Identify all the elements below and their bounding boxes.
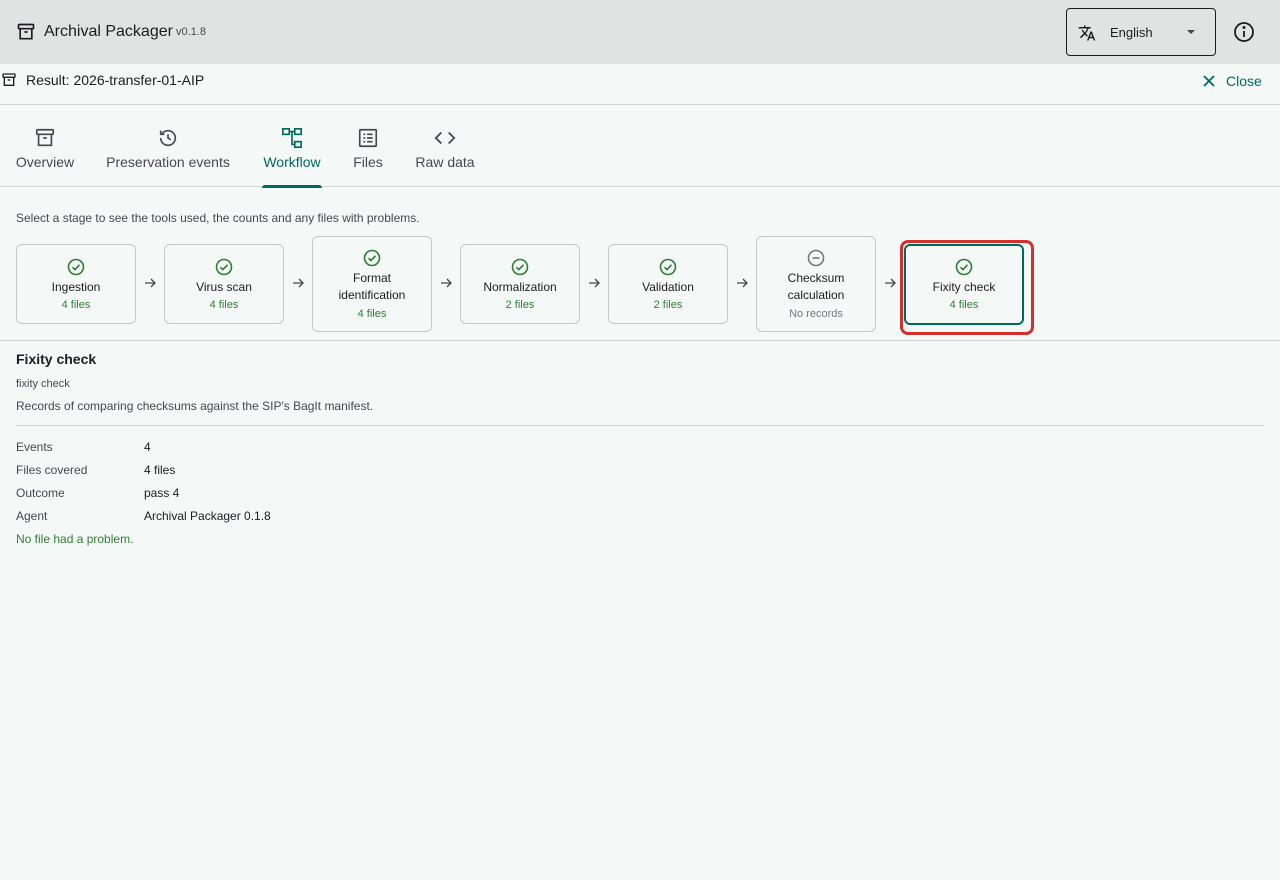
result-header: Result: 2026-transfer-01-AIP Close xyxy=(0,64,1280,105)
stage-count: 2 files xyxy=(505,299,535,311)
check-circle-icon xyxy=(955,258,973,276)
no-problem-note: No file had a problem. xyxy=(16,532,134,546)
stage-name: Fixity check xyxy=(932,280,996,294)
archive-icon xyxy=(1,72,17,88)
tab-overview[interactable]: Overview xyxy=(0,105,90,187)
stage-count: 4 files xyxy=(61,299,91,311)
arrow-right-icon xyxy=(736,277,748,289)
arrow-right-icon xyxy=(144,277,156,289)
info-icon[interactable] xyxy=(1232,20,1256,44)
detail-key: Files covered xyxy=(16,463,88,477)
translate-icon xyxy=(1078,24,1096,42)
stage-count: 2 files xyxy=(653,299,683,311)
tab-workflow[interactable]: Workflow xyxy=(262,105,322,188)
language-label: English xyxy=(1110,25,1153,40)
tab-label: Preservation events xyxy=(106,154,230,170)
archive-icon xyxy=(16,22,36,42)
tab-label: Workflow xyxy=(263,154,321,170)
tab-label: Overview xyxy=(15,154,75,170)
divider xyxy=(16,425,1264,426)
stage-normalization[interactable]: Normalization 2 files xyxy=(460,244,580,324)
code-icon xyxy=(434,127,456,149)
arrow-right-icon xyxy=(884,277,896,289)
divider xyxy=(0,340,1280,341)
stage-name: Validation xyxy=(642,280,694,294)
stage-name: Virus scan xyxy=(196,280,252,294)
stage-count: No records xyxy=(789,308,843,320)
stage-ingestion[interactable]: Ingestion 4 files xyxy=(16,244,136,324)
tab-files[interactable]: Files xyxy=(348,105,388,187)
detail-title: Fixity check xyxy=(16,351,97,367)
stage-checksum-calculation[interactable]: Checksum calculation No records xyxy=(756,236,876,332)
check-circle-icon xyxy=(363,249,381,267)
app-version: v0.1.8 xyxy=(176,26,206,38)
detail-value: 4 xyxy=(144,440,151,454)
stage-count: 4 files xyxy=(357,308,387,320)
tab-raw-data[interactable]: Raw data xyxy=(410,105,480,187)
check-circle-icon xyxy=(511,258,529,276)
minus-circle-icon xyxy=(807,249,825,267)
app-bar: Archival Packager v0.1.8 English xyxy=(0,0,1280,64)
detail-value: 4 files xyxy=(144,463,176,477)
detail-value: pass 4 xyxy=(144,486,180,500)
detail-value: Archival Packager 0.1.8 xyxy=(144,509,271,523)
tab-preservation-events[interactable]: Preservation events xyxy=(100,105,236,187)
workflow-icon xyxy=(281,127,303,149)
detail-subtitle: fixity check xyxy=(16,378,70,390)
detail-key: Outcome xyxy=(16,486,65,500)
stage-name: calculation xyxy=(787,288,845,302)
caret-down-icon xyxy=(1186,27,1196,37)
check-circle-icon xyxy=(67,258,85,276)
stage-format-identification[interactable]: Format identification 4 files xyxy=(312,236,432,332)
stage-name: Ingestion xyxy=(51,280,101,294)
detail-key: Agent xyxy=(16,509,48,523)
close-button[interactable]: Close xyxy=(1202,72,1262,90)
tab-active-indicator xyxy=(262,185,322,188)
check-circle-icon xyxy=(659,258,677,276)
tab-label: Files xyxy=(353,154,383,170)
stage-name: Normalization xyxy=(483,280,557,294)
language-select[interactable]: English xyxy=(1066,8,1216,56)
arrow-right-icon xyxy=(292,277,304,289)
close-label: Close xyxy=(1226,73,1262,89)
stage-name: identification xyxy=(338,288,406,302)
arrow-right-icon xyxy=(588,277,600,289)
detail-key: Events xyxy=(16,440,53,454)
stage-virus-scan[interactable]: Virus scan 4 files xyxy=(164,244,284,324)
detail-description: Records of comparing checksums against t… xyxy=(16,399,374,413)
close-icon xyxy=(1202,74,1216,88)
stage-name: Format xyxy=(352,271,391,285)
stage-validation[interactable]: Validation 2 files xyxy=(608,244,728,324)
stage-fixity-check[interactable]: Fixity check 4 files xyxy=(904,244,1024,325)
result-title: Result: 2026-transfer-01-AIP xyxy=(26,72,205,88)
check-circle-icon xyxy=(215,258,233,276)
stage-count: 4 files xyxy=(949,299,979,311)
tab-label: Raw data xyxy=(415,154,475,170)
stage-name: Checksum xyxy=(787,271,845,285)
history-icon xyxy=(157,127,179,149)
workflow-hint: Select a stage to see the tools used, th… xyxy=(16,211,420,225)
app-title: Archival Packager xyxy=(44,23,173,40)
list-icon xyxy=(357,127,379,149)
archive-icon xyxy=(34,127,56,149)
stage-count: 4 files xyxy=(209,299,239,311)
arrow-right-icon xyxy=(440,277,452,289)
tab-bar: Overview Preservation events Workflow Fi… xyxy=(0,105,1280,188)
